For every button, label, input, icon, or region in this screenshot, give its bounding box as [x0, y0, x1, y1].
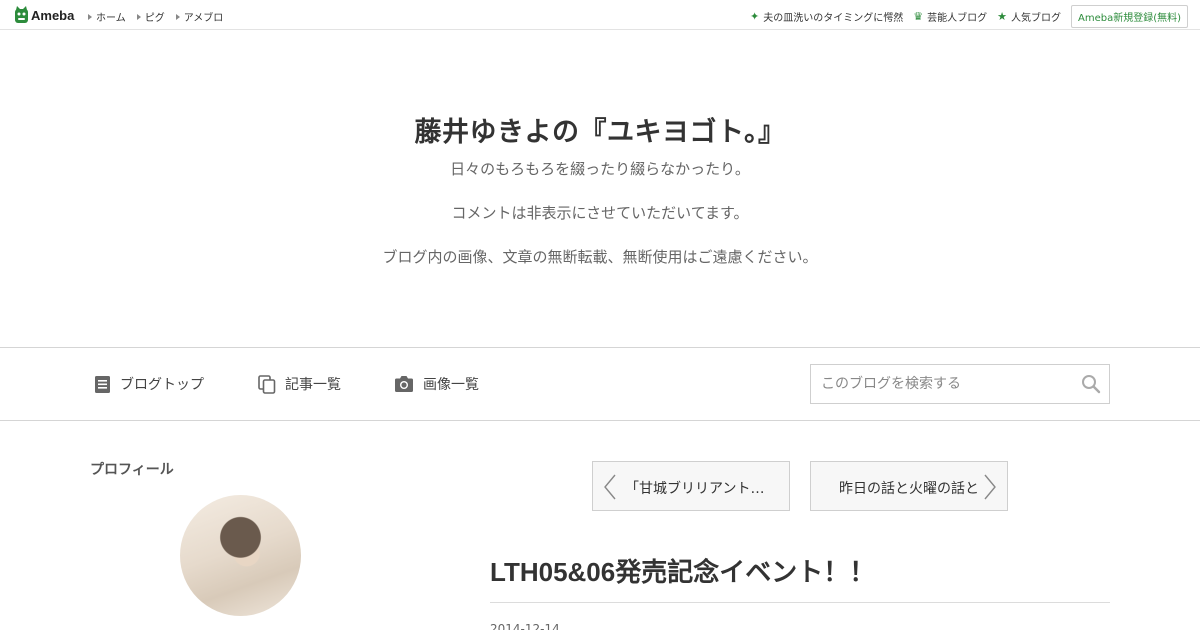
nav-label: 画像一覧: [423, 377, 479, 393]
global-header: Ameba ホーム ピグ アメブロ ✦ 夫の皿洗いのタイミングに愕然 ♛ 芸能人…: [0, 0, 1200, 30]
global-nav-label: ホーム: [96, 13, 126, 24]
trending-topic-label: 夫の皿洗いのタイミングに愕然: [763, 13, 904, 24]
global-nav-pigg[interactable]: ピグ: [136, 9, 165, 24]
document-icon: [95, 375, 110, 393]
nav-article-list[interactable]: 記事一覧: [258, 374, 341, 394]
crown-icon: ♛: [913, 10, 924, 23]
global-nav-label: ピグ: [144, 13, 165, 24]
profile-heading: プロフィール: [90, 462, 174, 478]
triangle-right-icon: [136, 13, 141, 20]
blog-title[interactable]: 藤井ゆきよの『ユキヨゴト。』: [0, 110, 1200, 149]
copy-icon: [258, 374, 276, 394]
star-icon: ★: [997, 10, 1007, 23]
avatar[interactable]: [180, 495, 301, 616]
nav-blog-top[interactable]: ブログトップ: [94, 374, 204, 394]
header-links: ✦ 夫の皿洗いのタイミングに愕然 ♛ 芸能人ブログ ★ 人気ブログ Ameba新…: [750, 5, 1188, 28]
blog-description-line: ブログ内の画像、文章の無断転載、無断使用はご遠慮ください。: [382, 248, 818, 266]
global-nav: ホーム ピグ アメブロ: [88, 9, 234, 24]
logo-text: Ameba: [31, 7, 75, 23]
celebrity-blog-link[interactable]: ♛ 芸能人ブログ: [913, 9, 987, 24]
triangle-right-icon: [88, 13, 92, 20]
global-nav-home[interactable]: ホーム: [88, 9, 126, 24]
ameba-mascot-icon: [15, 6, 28, 23]
article-date: 2014-12-14: [490, 622, 560, 630]
celebrity-blog-label: 芸能人ブログ: [927, 13, 988, 24]
signup-button[interactable]: Ameba新規登録(無料): [1070, 5, 1188, 28]
prev-article-label: 「甘城ブリリアント…: [625, 481, 765, 497]
nav-label: ブログトップ: [120, 377, 204, 393]
blog-description-line: 日々のもろもろを綴ったり綴らなかったり。: [450, 160, 750, 178]
article-title[interactable]: LTH05&06発売記念イベント！！: [490, 552, 875, 589]
sparkle-icon: ✦: [750, 10, 760, 23]
global-nav-ameblo[interactable]: アメブロ: [175, 9, 224, 24]
nav-label: 記事一覧: [285, 377, 341, 393]
triangle-right-icon: [175, 13, 180, 20]
blog-header: 藤井ゆきよの『ユキヨゴト。』 日々のもろもろを綴ったり綴らなかったり。 コメント…: [0, 30, 1200, 348]
divider: [490, 602, 1110, 603]
search-icon[interactable]: [1081, 374, 1101, 394]
search-input[interactable]: [811, 365, 1071, 403]
ameba-logo[interactable]: Ameba: [14, 6, 74, 24]
chevron-left-icon: [604, 474, 616, 500]
blog-search: [810, 364, 1110, 404]
trending-topic-link[interactable]: ✦ 夫の皿洗いのタイミングに愕然: [750, 9, 903, 24]
blog-nav: ブログトップ 記事一覧 画像一覧: [0, 347, 1200, 421]
nav-image-list[interactable]: 画像一覧: [394, 374, 479, 394]
prev-article-button[interactable]: 「甘城ブリリアント…: [592, 461, 790, 511]
chevron-right-icon: [984, 474, 996, 500]
popular-blog-label: 人気ブログ: [1010, 13, 1061, 24]
next-article-label: 昨日の話と火曜の話と: [839, 481, 979, 497]
popular-blog-link[interactable]: ★ 人気ブログ: [997, 9, 1061, 24]
camera-icon: [395, 376, 413, 392]
blog-description-line: コメントは非表示にさせていただいてます。: [451, 204, 749, 222]
next-article-button[interactable]: 昨日の話と火曜の話と: [810, 461, 1008, 511]
global-nav-label: アメブロ: [183, 13, 224, 24]
